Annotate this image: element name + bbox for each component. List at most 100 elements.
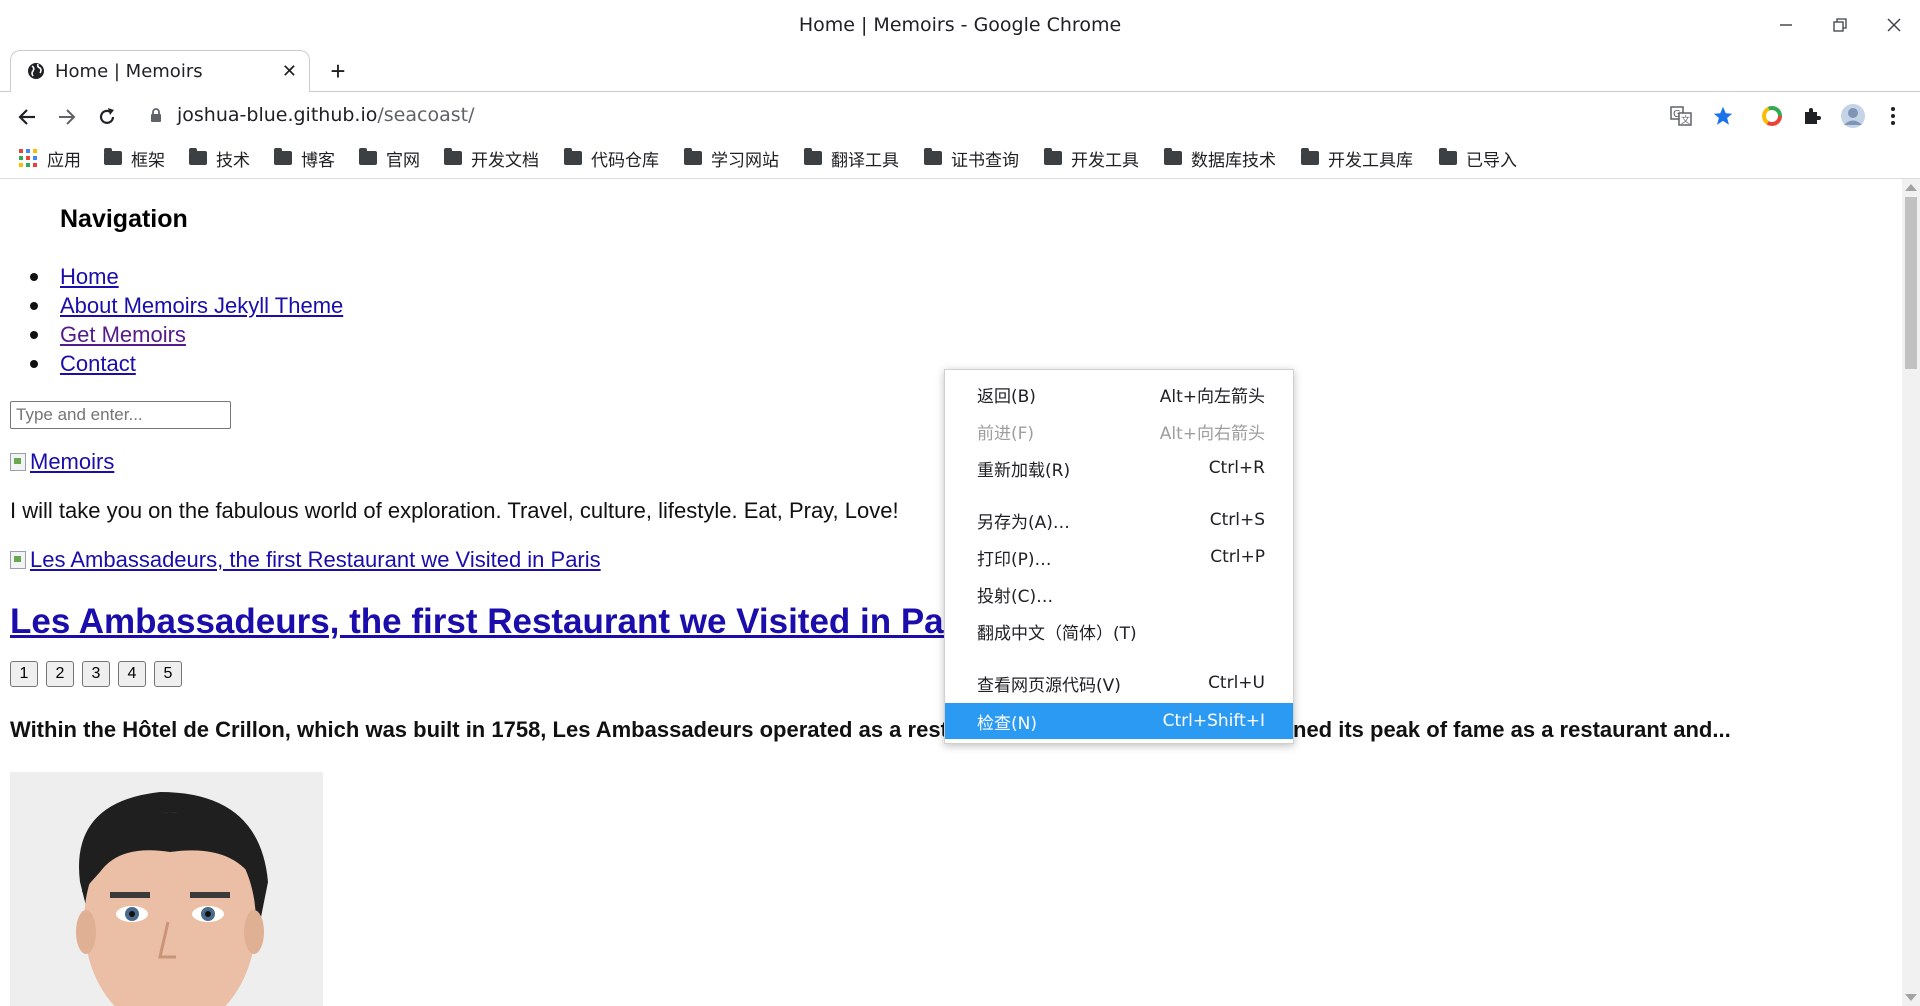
- menu-item-cast[interactable]: 投射(C)…: [945, 576, 1293, 612]
- scroll-down-arrow-icon[interactable]: [1905, 994, 1917, 1001]
- search-input[interactable]: [10, 401, 231, 429]
- profile-button[interactable]: [1838, 101, 1868, 131]
- forward-button[interactable]: [50, 100, 84, 134]
- folder-icon: [564, 148, 582, 165]
- menu-item-shortcut: Ctrl+Shift+I: [1162, 711, 1265, 731]
- menu-item-print[interactable]: 打印(P)… Ctrl+P: [945, 539, 1293, 575]
- page-button-1[interactable]: 1: [10, 661, 38, 687]
- bookmark-folder[interactable]: 开发工具库: [1301, 146, 1413, 171]
- bookmark-star-button[interactable]: [1708, 101, 1738, 131]
- menu-item-label: 投射(C)…: [977, 586, 1054, 607]
- restore-button[interactable]: [1822, 10, 1858, 40]
- navigation-list: Home About Memoirs Jekyll Theme Get Memo…: [29, 262, 343, 378]
- logo-link[interactable]: Memoirs: [10, 449, 114, 475]
- tab-home-memoirs[interactable]: Home | Memoirs ✕: [10, 50, 310, 92]
- nav-link-contact[interactable]: Contact: [60, 351, 136, 376]
- menu-item-save-as[interactable]: 另存为(A)… Ctrl+S: [945, 502, 1293, 538]
- kebab-menu-icon: [1891, 107, 1895, 125]
- menu-item-view-source[interactable]: 查看网页源代码(V) Ctrl+U: [945, 665, 1293, 701]
- minimize-button[interactable]: [1768, 10, 1804, 40]
- new-tab-button[interactable]: +: [323, 56, 353, 86]
- nav-link-about[interactable]: About Memoirs Jekyll Theme: [60, 293, 343, 318]
- folder-icon: [1044, 148, 1062, 165]
- address-bar[interactable]: joshua-blue.github.io/seacoast/: [177, 104, 474, 126]
- folder-icon: [1439, 148, 1457, 165]
- extensions-button[interactable]: [1797, 101, 1827, 131]
- menu-item-back[interactable]: 返回(B) Alt+向左箭头: [945, 376, 1293, 412]
- scrollbar-thumb[interactable]: [1905, 197, 1917, 369]
- apps-grid-icon: [19, 149, 37, 167]
- bookmark-folder[interactable]: 证书查询: [924, 146, 1019, 171]
- page-button-2[interactable]: 2: [46, 661, 74, 687]
- site-tagline: I will take you on the fabulous world of…: [10, 498, 899, 523]
- menu-button[interactable]: [1878, 101, 1908, 131]
- menu-item-label: 前进(F): [977, 423, 1035, 444]
- menu-item-label: 查看网页源代码(V): [977, 675, 1121, 696]
- page-button-4[interactable]: 4: [118, 661, 146, 687]
- translate-icon: G文: [1670, 106, 1692, 126]
- post-title-link[interactable]: Les Ambassadeurs, the first Restaurant w…: [10, 602, 986, 642]
- bookmark-label: 学习网站: [711, 150, 779, 171]
- broken-image-icon: [10, 551, 26, 569]
- menu-item-shortcut: Ctrl+P: [1210, 547, 1265, 567]
- folder-icon: [274, 148, 292, 165]
- arrow-right-icon: [59, 109, 76, 125]
- nav-link-get-memoirs[interactable]: Get Memoirs: [60, 322, 186, 347]
- bookmark-folder[interactable]: 开发文档: [444, 146, 539, 171]
- folder-icon: [359, 148, 377, 165]
- bookmark-folder[interactable]: 数据库技术: [1164, 146, 1276, 171]
- bookmark-label: 已导入: [1466, 150, 1517, 171]
- folder-icon: [189, 148, 207, 165]
- tab-close-icon[interactable]: ✕: [282, 61, 297, 82]
- bookmark-label: 官网: [386, 150, 420, 171]
- bookmark-folder[interactable]: 代码仓库: [564, 146, 659, 171]
- globe-icon: [28, 63, 44, 79]
- menu-item-inspect[interactable]: 检查(N) Ctrl+Shift+I: [945, 703, 1293, 739]
- menu-item-label: 打印(P)…: [977, 549, 1052, 570]
- bookmark-folder[interactable]: 翻译工具: [804, 146, 899, 171]
- bookmark-folder[interactable]: 学习网站: [684, 146, 779, 171]
- menu-item-translate[interactable]: 翻成中文（简体）(T): [945, 613, 1293, 649]
- menu-item-shortcut: Alt+向右箭头: [1159, 423, 1265, 444]
- nav-item: Contact: [29, 349, 343, 378]
- rating-buttons: 1 2 3 4 5: [10, 661, 182, 687]
- folder-icon: [1301, 148, 1319, 165]
- arrow-left-icon: [18, 109, 35, 125]
- folder-icon: [104, 148, 122, 165]
- bookmark-folder[interactable]: 框架: [104, 146, 165, 171]
- translate-button[interactable]: G文: [1666, 101, 1696, 131]
- window-title: Home | Memoirs - Google Chrome: [798, 14, 1122, 36]
- bookmark-folder[interactable]: 官网: [359, 146, 420, 171]
- scroll-up-arrow-icon[interactable]: [1905, 184, 1917, 191]
- svg-text:文: 文: [1681, 114, 1690, 126]
- bookmark-folder[interactable]: 博客: [274, 146, 335, 171]
- tab-title: Home | Memoirs: [55, 61, 203, 82]
- nav-link-home[interactable]: Home: [60, 264, 119, 289]
- menu-item-shortcut: Alt+向左箭头: [1159, 386, 1265, 407]
- extension-chrome-button[interactable]: [1757, 101, 1787, 131]
- menu-item-shortcut: Ctrl+R: [1208, 458, 1265, 478]
- reload-button[interactable]: [90, 100, 124, 134]
- close-window-button[interactable]: [1876, 10, 1912, 40]
- menu-item-label: 另存为(A)…: [977, 512, 1070, 533]
- menu-item-label: 翻成中文（简体）(T): [977, 623, 1137, 644]
- menu-item-reload[interactable]: 重新加载(R) Ctrl+R: [945, 450, 1293, 486]
- lock-icon[interactable]: [150, 108, 162, 123]
- context-menu: 返回(B) Alt+向左箭头 前进(F) Alt+向右箭头 重新加载(R) Ct…: [944, 369, 1294, 744]
- back-button[interactable]: [10, 100, 44, 134]
- author-avatar: [10, 772, 323, 1006]
- bookmark-folder[interactable]: 开发工具: [1044, 146, 1139, 171]
- bookmark-apps[interactable]: 应用: [19, 146, 81, 171]
- bookmark-label: 开发文档: [471, 150, 539, 171]
- bookmark-label: 翻译工具: [831, 150, 899, 171]
- folder-icon: [804, 148, 822, 165]
- bookmark-folder[interactable]: 技术: [189, 146, 250, 171]
- menu-item-label: 重新加载(R): [977, 460, 1071, 481]
- nav-item: About Memoirs Jekyll Theme: [29, 291, 343, 320]
- menu-item-forward[interactable]: 前进(F) Alt+向右箭头: [945, 413, 1293, 449]
- page-button-3[interactable]: 3: [82, 661, 110, 687]
- post-image-link[interactable]: Les Ambassadeurs, the first Restaurant w…: [10, 547, 601, 573]
- page-button-5[interactable]: 5: [154, 661, 182, 687]
- bookmark-label: 证书查询: [951, 150, 1019, 171]
- bookmark-folder[interactable]: 已导入: [1439, 146, 1517, 171]
